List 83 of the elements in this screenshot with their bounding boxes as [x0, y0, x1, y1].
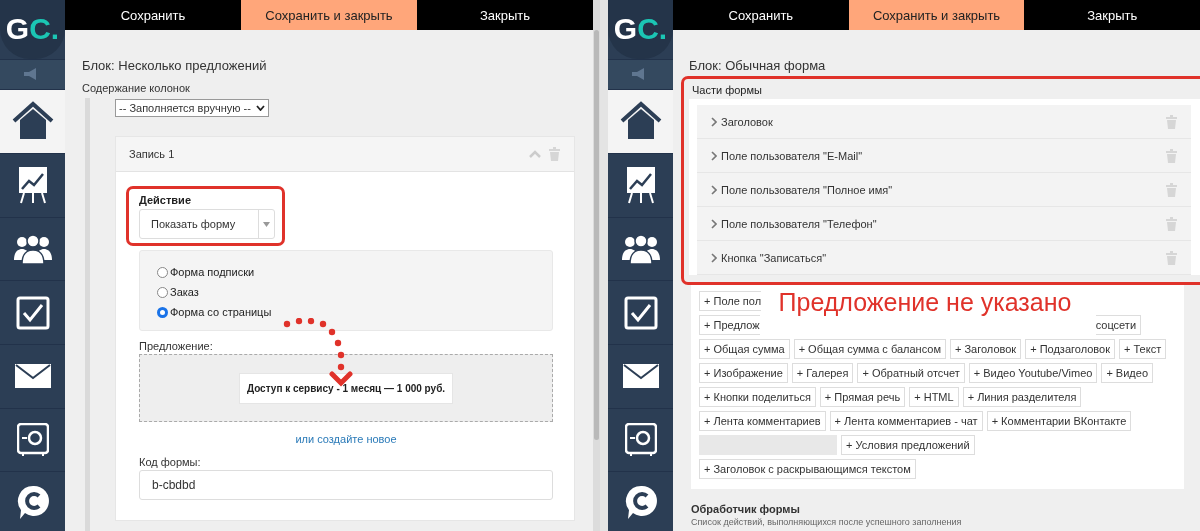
trash-icon: [1166, 216, 1177, 231]
source-select[interactable]: -- Заполняется вручную --: [115, 99, 269, 117]
part-label: Кнопка "Записаться": [721, 251, 828, 264]
add-element-button[interactable]: + Комментарии ВКонтакте: [986, 411, 1132, 431]
add-element-button[interactable]: + Лента комментариев: [699, 411, 826, 431]
offer-chip[interactable]: Доступ к сервису - 1 месяц — 1 000 руб.: [238, 372, 454, 404]
add-element-button[interactable]: + Линия разделителя: [962, 387, 1082, 407]
chevron-up-icon: [529, 150, 541, 158]
field-label: Код формы:: [139, 456, 202, 468]
add-element-button[interactable]: + Обратный отсчет: [857, 363, 965, 383]
add-element-button[interactable]: + Видео Youtube/Vimeo: [968, 363, 1098, 383]
add-element-button[interactable]: + Заголовок: [950, 339, 1022, 359]
radio-option[interactable]: Форма со страницы: [157, 306, 535, 318]
radio-option[interactable]: Форма подписки: [157, 266, 535, 278]
field-label: Части формы: [692, 84, 763, 96]
part-label: Поле пользователя "Телефон": [721, 217, 878, 230]
form-part-item[interactable]: Поле пользователя "E-Mail": [697, 139, 1191, 173]
add-element-button[interactable]: + Предлож: [699, 315, 760, 335]
add-element-button[interactable]: + Заголовок с раскрывающимся текстом: [699, 459, 916, 479]
section-hint: Список действий, выполняющихся после успешного заполнения: [691, 517, 963, 527]
add-element-button[interactable]: + Подзаголовок: [1025, 339, 1115, 359]
caret-icon: [263, 221, 270, 227]
safe-icon: [624, 422, 657, 457]
toolbar-button[interactable]: Сохранить и закрыть: [848, 0, 1025, 30]
add-element-button[interactable]: + Прямая речь: [819, 387, 906, 407]
envelope-icon: [14, 364, 51, 389]
add-element-button[interactable]: + Поле пол: [699, 291, 762, 311]
field-label: Действие: [139, 194, 192, 206]
radio-option[interactable]: Заказ: [157, 286, 535, 298]
house-icon: [618, 101, 663, 142]
sidebar-item[interactable]: [0, 89, 65, 153]
checkbox-icon: [15, 295, 50, 330]
chevron-right-icon: [711, 252, 717, 263]
block-title: Блок: Несколько предложений: [82, 58, 268, 73]
add-element-button[interactable]: + Текст: [1119, 339, 1167, 359]
record-title: Запись 1: [129, 148, 175, 160]
add-element-button[interactable]: + Общая сумма: [699, 339, 790, 359]
field-label: Предложение:: [139, 340, 214, 352]
add-element-button[interactable]: соцсети: [1095, 315, 1142, 335]
trash-icon: [1166, 182, 1177, 197]
field-label: Содержание колонок: [82, 82, 191, 94]
part-label: Поле пользователя "E-Mail": [721, 149, 864, 162]
house-icon: [10, 101, 55, 142]
chat-bubble-icon: [15, 483, 50, 520]
toolbar-button[interactable]: Сохранить и закрыть: [241, 0, 417, 30]
add-element-button[interactable]: + HTML: [909, 387, 959, 407]
trash-icon: [1166, 250, 1177, 265]
safe-icon: [16, 422, 49, 457]
code-input-field[interactable]: b-cbdbd: [139, 470, 553, 500]
people-icon: [620, 232, 661, 265]
chevron-right-icon: [711, 150, 717, 161]
add-element-button[interactable]: + Условия предложений: [841, 435, 975, 455]
chevron-right-icon: [711, 218, 717, 229]
trash-icon: [1166, 148, 1177, 163]
section-title: Обработчик формы: [691, 503, 801, 515]
scrollbar[interactable]: [593, 0, 600, 531]
part-label: Заголовок: [721, 115, 774, 128]
logo[interactable]: GC.: [608, 0, 673, 59]
add-element-button[interactable]: + Лента комментариев - чат: [829, 411, 983, 431]
chat-bubble-icon: [623, 483, 658, 520]
trash-icon: [549, 147, 560, 161]
add-element-button[interactable]: + Видео: [1101, 363, 1153, 383]
checkbox-icon: [623, 295, 658, 330]
form-part-item[interactable]: Поле пользователя "Полное имя": [697, 173, 1191, 207]
action-select[interactable]: Показать форму: [139, 209, 275, 239]
add-element-button[interactable]: + Галерея: [791, 363, 854, 383]
add-element-button[interactable]: + Изображение: [699, 363, 788, 383]
caret-icon: [255, 105, 265, 111]
chevron-right-icon: [711, 184, 717, 195]
trash-icon: [1166, 114, 1177, 129]
add-element-button[interactable]: + Общая сумма с балансом: [793, 339, 946, 359]
envelope-icon: [622, 364, 659, 389]
people-icon: [12, 232, 53, 265]
form-part-item[interactable]: Поле пользователя "Телефон": [697, 207, 1191, 241]
block-title: Блок: Обычная форма: [689, 58, 827, 73]
part-label: Поле пользователя "Полное имя": [721, 183, 894, 196]
form-part-item[interactable]: Заголовок: [697, 105, 1191, 139]
sidebar-item[interactable]: [608, 89, 673, 153]
form-part-item[interactable]: Кнопка "Записаться": [697, 241, 1191, 275]
chevron-right-icon: [711, 116, 717, 127]
create-link[interactable]: или создайте новое: [295, 433, 397, 445]
logo[interactable]: GC.: [0, 0, 65, 59]
add-element-button[interactable]: + Кнопки поделиться: [699, 387, 816, 407]
